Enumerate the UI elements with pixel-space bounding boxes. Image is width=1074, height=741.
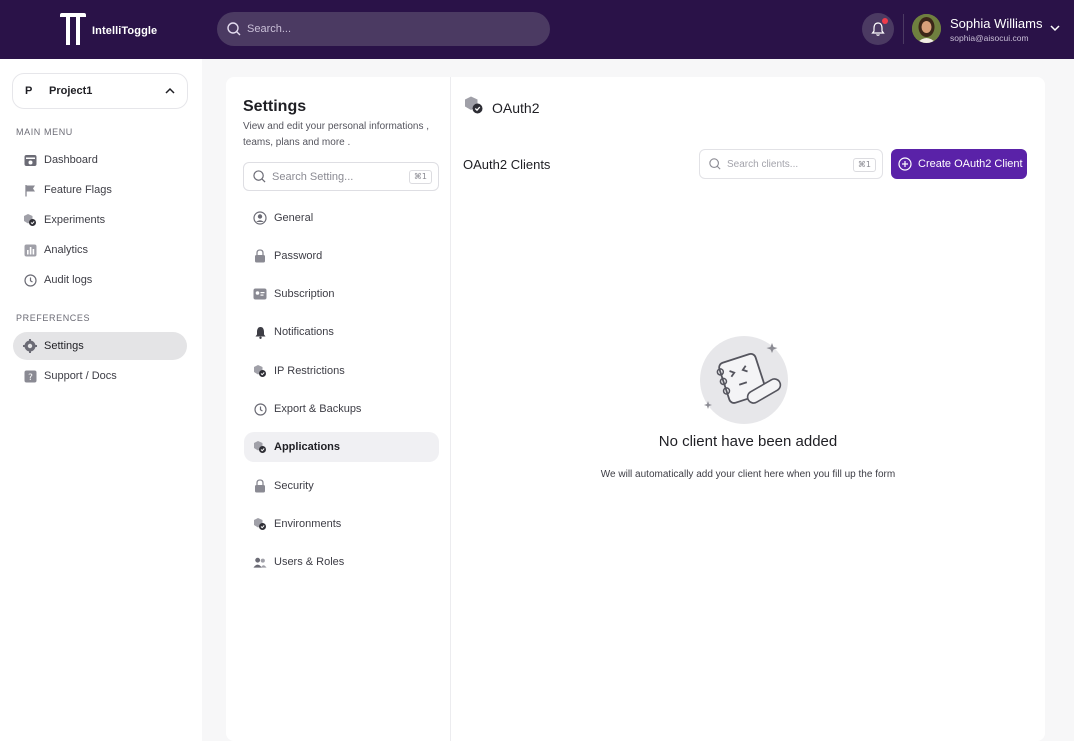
settings-item-label: Password <box>274 250 323 262</box>
applications-icon <box>253 440 267 454</box>
users-icon <box>253 555 267 569</box>
project-selector[interactable]: P Project1 <box>12 73 188 109</box>
preferences-label: PREFERENCES <box>16 313 91 323</box>
create-button-label: Create OAuth2 Client <box>918 158 1023 170</box>
top-bar: IntelliToggle Sophia Williams sophia@ais… <box>0 0 1074 59</box>
client-search[interactable]: ⌘1 <box>699 149 883 179</box>
global-search[interactable] <box>217 12 550 46</box>
clock-icon <box>23 273 37 287</box>
gear-icon <box>23 339 37 353</box>
sidebar-item-label: Support / Docs <box>44 370 117 382</box>
settings-item-label: Security <box>274 480 314 492</box>
oauth-icon <box>464 95 484 120</box>
settings-item-security[interactable]: Security <box>244 471 439 501</box>
settings-item-label: Applications <box>274 441 341 453</box>
section-title: OAuth2 <box>492 99 540 116</box>
settings-search-input[interactable] <box>272 170 402 183</box>
app-logo[interactable]: IntelliToggle <box>58 12 157 46</box>
search-icon <box>253 170 266 183</box>
card-icon <box>253 287 267 301</box>
user-name[interactable]: Sophia Williams <box>950 16 1042 31</box>
main-menu-label: MAIN MENU <box>16 127 73 137</box>
chevron-down-icon[interactable] <box>1050 24 1060 32</box>
settings-item-subscription[interactable]: Subscription <box>244 279 439 309</box>
environment-icon <box>253 517 267 531</box>
chevron-up-icon <box>165 87 175 94</box>
shortcut-badge: ⌘1 <box>852 158 876 172</box>
settings-item-label: Export & Backups <box>274 403 362 415</box>
client-search-input[interactable] <box>727 158 847 170</box>
sidebar-item-support-docs[interactable]: ? Support / Docs <box>13 362 187 390</box>
sidebar: P Project1 MAIN MENU Dashboard Feature F… <box>0 59 202 741</box>
settings-item-general[interactable]: General <box>244 203 439 233</box>
divider <box>450 77 451 741</box>
settings-item-label: Environments <box>274 518 342 530</box>
sidebar-item-label: Feature Flags <box>44 184 112 196</box>
project-name: Project1 <box>49 85 93 97</box>
divider <box>903 14 904 44</box>
plus-circle-icon <box>898 157 912 171</box>
sidebar-item-audit-logs[interactable]: Audit logs <box>13 266 187 294</box>
sidebar-item-dashboard[interactable]: Dashboard <box>13 146 187 174</box>
settings-item-password[interactable]: Password <box>244 241 439 271</box>
create-oauth-client-button[interactable]: Create OAuth2 Client <box>891 149 1027 179</box>
shield-check-icon <box>253 364 267 378</box>
experiment-icon <box>23 213 37 227</box>
settings-item-ip-restrictions[interactable]: IP Restrictions <box>244 356 439 386</box>
search-icon <box>709 158 721 170</box>
notification-dot <box>882 18 888 24</box>
search-icon <box>227 22 241 36</box>
settings-item-label: General <box>274 212 314 224</box>
sidebar-item-feature-flags[interactable]: Feature Flags <box>13 176 187 204</box>
user-email: sophia@aisocui.com <box>950 33 1029 43</box>
app-name: IntelliToggle <box>92 25 158 37</box>
settings-item-notifications[interactable]: Notifications <box>244 317 439 347</box>
page-subtitle: View and edit your personal informations… <box>243 121 430 148</box>
settings-item-environments[interactable]: Environments <box>244 509 439 539</box>
sidebar-item-label: Settings <box>44 340 84 352</box>
settings-item-users-roles[interactable]: Users & Roles <box>244 547 439 577</box>
help-icon: ? <box>23 369 37 383</box>
empty-state-subtitle: We will automatically add your client he… <box>600 469 896 480</box>
settings-item-applications[interactable]: Applications <box>244 432 439 462</box>
shortcut-badge: ⌘1 <box>408 170 432 184</box>
sidebar-item-label: Experiments <box>44 214 106 226</box>
lock-icon <box>253 249 267 263</box>
empty-state-title: No client have been added <box>658 433 838 450</box>
avatar-image <box>912 14 941 43</box>
sidebar-item-label: Analytics <box>44 244 89 256</box>
analytics-icon <box>23 243 37 257</box>
sidebar-item-analytics[interactable]: Analytics <box>13 236 187 264</box>
sidebar-item-experiments[interactable]: Experiments <box>13 206 187 234</box>
settings-item-label: Subscription <box>274 288 335 300</box>
settings-card: Settings View and edit your personal inf… <box>226 77 1045 741</box>
settings-item-export-backups[interactable]: Export & Backups <box>244 394 439 424</box>
global-search-input[interactable] <box>247 23 527 35</box>
settings-search[interactable]: ⌘1 <box>243 162 439 191</box>
flag-icon <box>23 183 37 197</box>
project-badge: P <box>25 85 33 97</box>
logo-icon <box>60 13 86 45</box>
clients-title: OAuth2 Clients <box>463 157 551 172</box>
user-circle-icon <box>253 211 267 225</box>
settings-item-label: Notifications <box>274 326 334 338</box>
oauth-header: OAuth2 <box>464 95 539 120</box>
settings-item-label: IP Restrictions <box>274 365 345 377</box>
svg-text:?: ? <box>28 373 33 383</box>
settings-item-label: Users & Roles <box>274 556 345 568</box>
sidebar-item-settings[interactable]: Settings <box>13 332 187 360</box>
page-title: Settings <box>243 98 307 115</box>
sidebar-item-label: Dashboard <box>44 154 98 166</box>
lock-icon <box>253 479 267 493</box>
notifications-button[interactable] <box>862 13 894 45</box>
avatar[interactable] <box>912 14 941 43</box>
bell-icon <box>253 325 267 339</box>
sidebar-item-label: Audit logs <box>44 274 93 286</box>
empty-state-illustration <box>700 335 792 427</box>
clock-icon <box>253 402 267 416</box>
dashboard-icon <box>23 153 37 167</box>
